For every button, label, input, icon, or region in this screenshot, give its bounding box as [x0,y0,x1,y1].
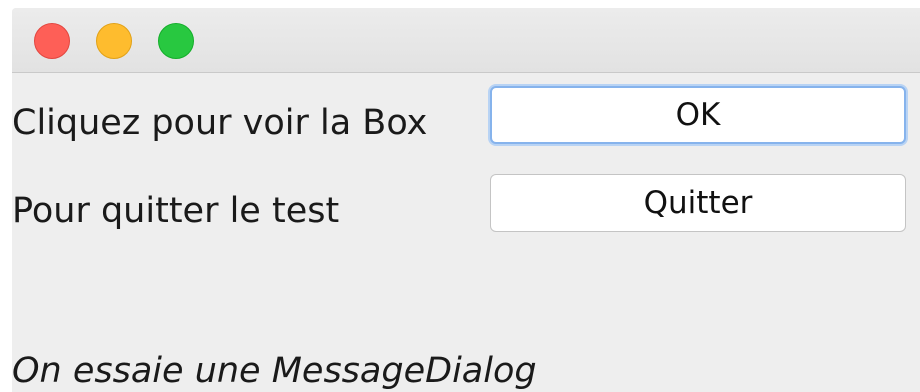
minimize-window-button[interactable] [96,23,132,59]
quit-button[interactable]: Quitter [490,174,906,232]
ok-button[interactable]: OK [490,86,906,144]
app-window: Cliquez pour voir la Box OK Pour quitter… [12,8,920,392]
zoom-window-button[interactable] [158,23,194,59]
message-dialog-label: On essaie une MessageDialog [12,351,537,391]
title-bar[interactable] [12,8,920,73]
close-window-button[interactable] [34,23,70,59]
show-box-label: Cliquez pour voir la Box [12,103,428,143]
quit-test-label: Pour quitter le test [12,191,340,231]
